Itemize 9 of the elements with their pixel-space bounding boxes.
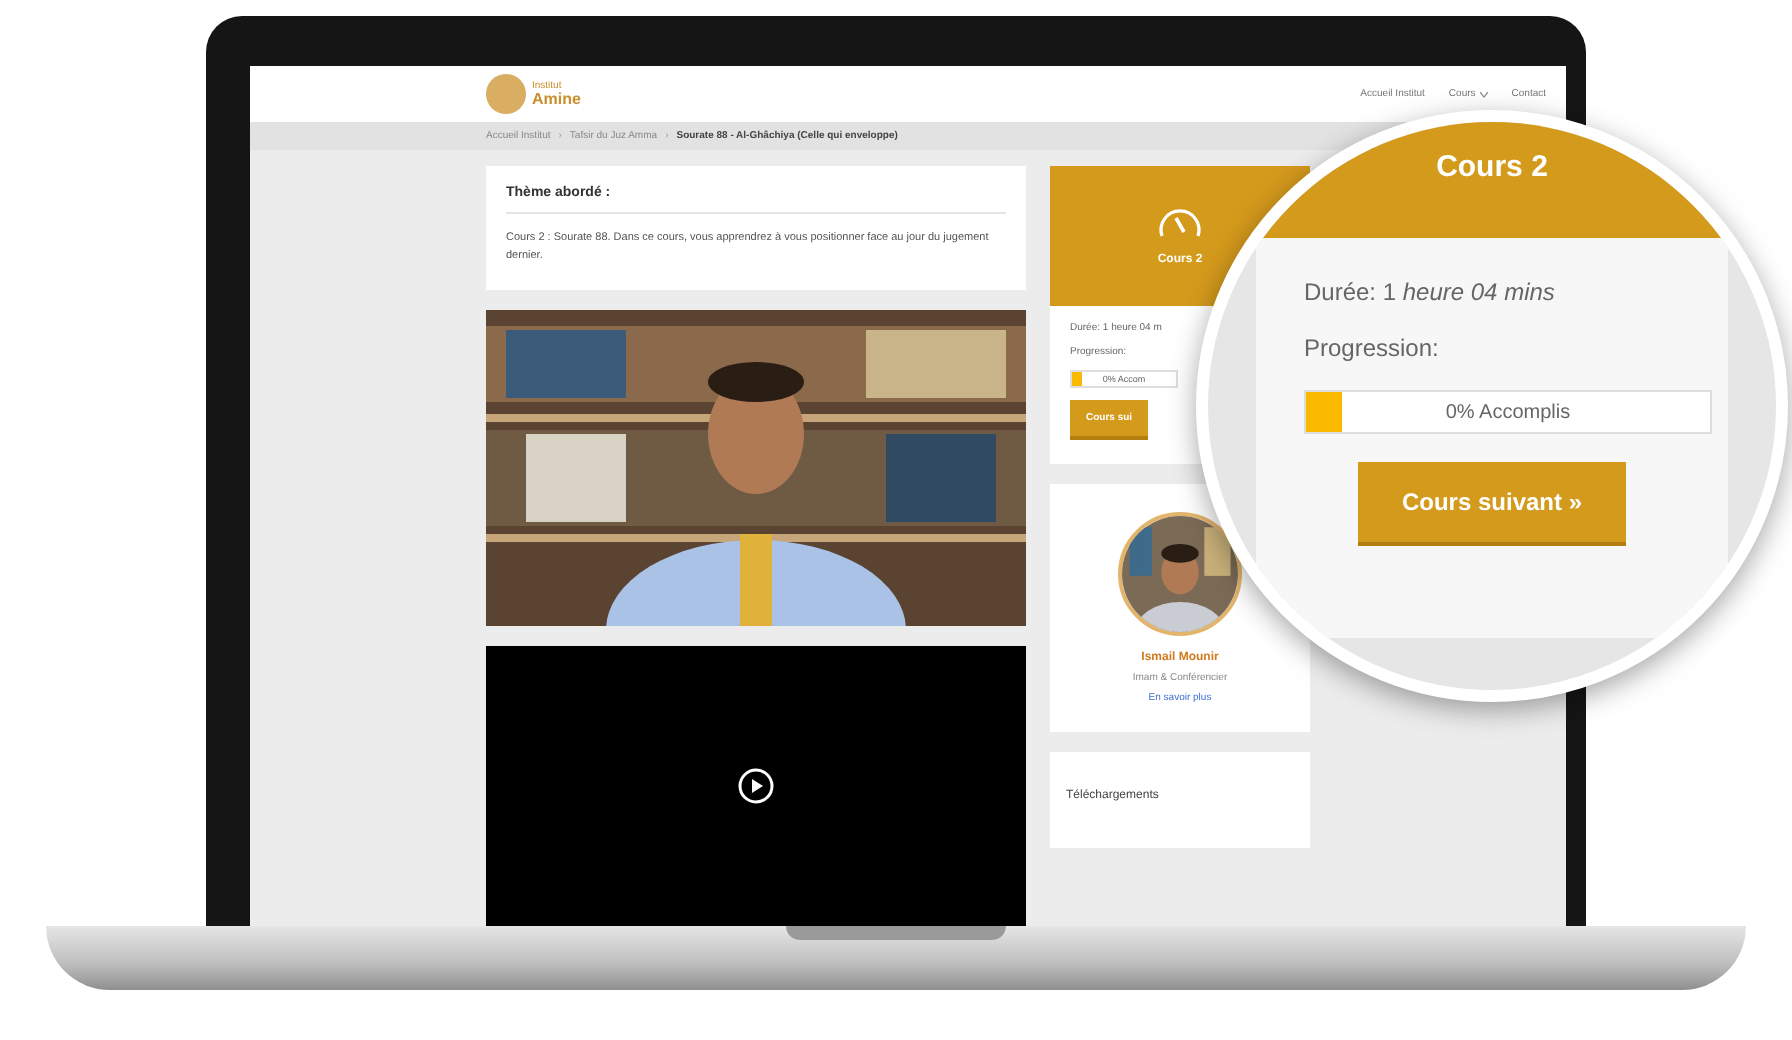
gauge-icon bbox=[1156, 206, 1204, 242]
progress-text: 0% Accomplis bbox=[1445, 401, 1571, 423]
logo-text: Amine bbox=[532, 91, 581, 107]
progress-label: Progression: bbox=[1304, 334, 1439, 362]
play-icon[interactable] bbox=[738, 767, 774, 804]
logo-icon bbox=[486, 74, 526, 114]
duration-text: Durée: 1 heure 04 mins bbox=[1304, 278, 1555, 306]
course-title: Cours 2 bbox=[1436, 150, 1548, 188]
next-course-button[interactable]: Cours suivant » bbox=[1357, 462, 1627, 546]
